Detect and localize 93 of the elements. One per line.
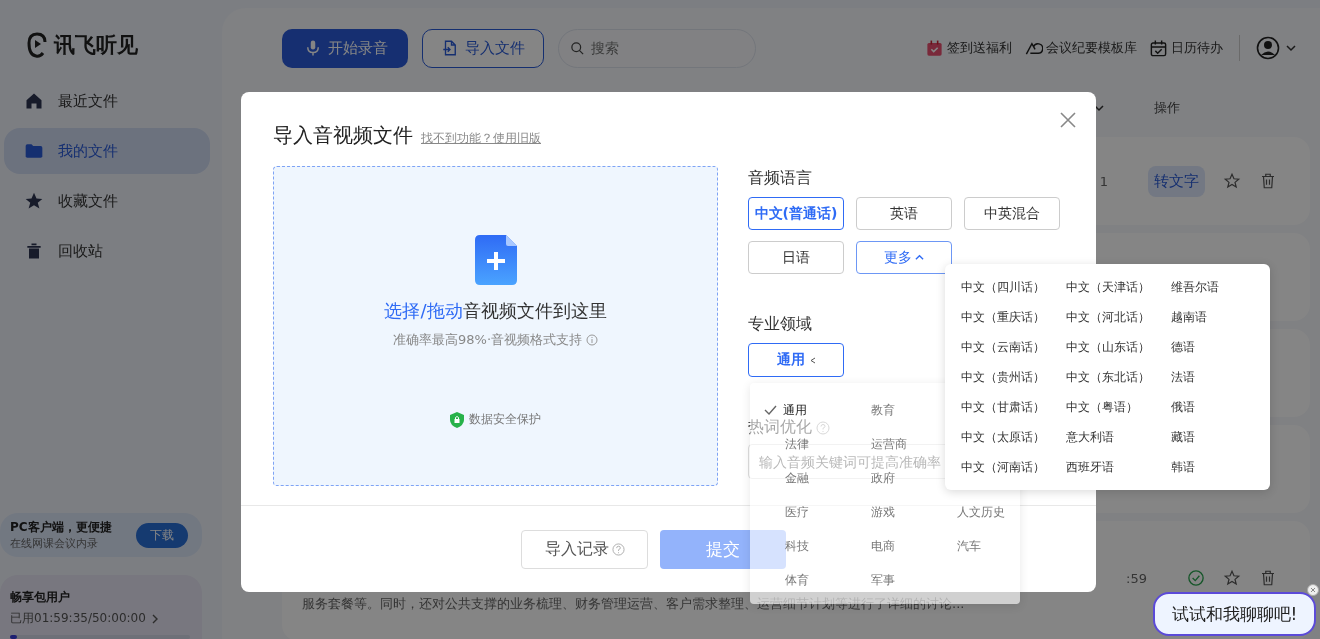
more-languages-button[interactable]: 更多 xyxy=(856,241,952,274)
caret-icon xyxy=(809,356,816,364)
search-icon xyxy=(570,40,585,56)
import-history-button[interactable]: 导入记录 xyxy=(521,529,648,569)
language-menu-item[interactable]: 中文（河北话） xyxy=(1066,302,1171,332)
language-menu-item[interactable]: 维吾尔语 xyxy=(1171,272,1261,302)
language-menu-item[interactable]: 中文（四川话） xyxy=(961,272,1066,302)
language-menu-item[interactable]: 中文（粤语） xyxy=(1066,392,1171,422)
trash-icon[interactable] xyxy=(1259,172,1277,190)
download-button[interactable]: 下载 xyxy=(136,522,188,548)
section-label: 热词优化 xyxy=(748,417,812,438)
language-menu-item[interactable]: 中文（云南话） xyxy=(961,332,1066,362)
close-icon[interactable] xyxy=(1058,110,1078,130)
section-label: 专业领域 xyxy=(748,314,812,335)
toolbar-link[interactable]: 会议纪要模板库 xyxy=(1024,38,1137,58)
time-cell: 1 xyxy=(1099,173,1108,189)
calendar-gift-icon xyxy=(925,38,944,58)
promo-subtitle: 在线网课会议内录 xyxy=(10,536,99,551)
old-version-link[interactable]: 找不到功能？使用旧版 xyxy=(421,130,541,147)
language-menu-item[interactable]: 韩语 xyxy=(1171,452,1261,482)
domain-option[interactable]: 电商 xyxy=(850,537,895,555)
language-menu-item[interactable]: 藏语 xyxy=(1171,422,1261,452)
domain-select[interactable]: 通用 xyxy=(748,343,844,377)
language-menu-item[interactable]: 德语 xyxy=(1171,332,1261,362)
user-avatar-icon xyxy=(1256,36,1280,60)
check-circle-icon xyxy=(1187,569,1205,587)
language-menu-item[interactable]: 越南语 xyxy=(1171,302,1261,332)
language-option[interactable]: 中文(普通话) xyxy=(748,197,844,230)
trash-icon xyxy=(24,241,44,261)
star-icon xyxy=(24,191,44,211)
language-option[interactable]: 英语 xyxy=(856,197,952,230)
sidebar-item[interactable]: 我的文件 xyxy=(4,128,210,174)
sidebar-item[interactable]: 回收站 xyxy=(4,228,210,274)
add-file-icon xyxy=(474,235,517,285)
chat-bubble[interactable]: 试试和我聊聊吧! xyxy=(1153,592,1316,636)
column-header: 操作 xyxy=(1154,99,1180,117)
promo-title: PC客户端，更便捷 xyxy=(10,519,112,536)
account-menu[interactable] xyxy=(1256,36,1296,60)
language-menu-item[interactable]: 中文（天津话） xyxy=(1066,272,1171,302)
language-menu-item[interactable]: 意大利语 xyxy=(1066,422,1171,452)
domain-option[interactable]: 游戏 xyxy=(850,503,895,521)
domain-option[interactable]: 汽车 xyxy=(936,537,981,555)
file-import-icon xyxy=(441,39,459,57)
caret-icon xyxy=(1286,43,1296,53)
domain-option[interactable]: 通用 xyxy=(764,401,807,419)
star-icon[interactable] xyxy=(1223,569,1241,587)
check-icon xyxy=(764,405,777,415)
microphone-icon xyxy=(304,39,322,57)
language-menu-item[interactable]: 中文（甘肃话） xyxy=(961,392,1066,422)
language-menu-item[interactable]: 俄语 xyxy=(1171,392,1261,422)
drop-zone[interactable]: 选择/拖动音视频文件到这里 准确率最高98%·音视频格式支持 数据安全保护 xyxy=(273,166,718,486)
domain-option[interactable]: 军事 xyxy=(850,571,895,589)
search-field[interactable]: 搜索 xyxy=(558,28,756,68)
toolbar-link[interactable]: 日历待办 xyxy=(1149,38,1223,58)
language-menu-item[interactable]: 中文（山东话） xyxy=(1066,332,1171,362)
language-menu-item[interactable]: 中文（重庆话） xyxy=(961,302,1066,332)
domain-option[interactable]: 人文历史 xyxy=(936,503,1005,521)
domain-option[interactable]: 医疗 xyxy=(764,503,809,521)
toolbar-link[interactable]: 签到送福利 xyxy=(925,38,1012,58)
language-menu-item[interactable]: 西班牙语 xyxy=(1066,452,1171,482)
import-button[interactable]: 导入文件 xyxy=(422,28,544,68)
format-hint: 准确率最高98%·音视频格式支持 xyxy=(393,331,582,349)
convert-button[interactable]: 转文字 xyxy=(1148,165,1205,197)
record-button[interactable]: 开始录音 xyxy=(282,28,408,68)
calendar-check-icon xyxy=(1149,38,1168,58)
star-icon[interactable] xyxy=(1223,172,1241,190)
language-menu-item[interactable]: 中文（东北话） xyxy=(1066,362,1171,392)
sort-caret-icon[interactable] xyxy=(1094,103,1104,113)
shield-lock-icon xyxy=(450,411,464,428)
domain-option[interactable]: 体育 xyxy=(764,571,809,589)
security-note: 数据安全保护 xyxy=(469,411,541,428)
section-label: 音频语言 xyxy=(748,168,812,189)
folder-icon xyxy=(24,141,44,161)
language-menu-item[interactable]: 中文（河南话） xyxy=(961,452,1066,482)
close-icon[interactable] xyxy=(1307,584,1319,596)
language-menu-item[interactable]: 法语 xyxy=(1171,362,1261,392)
domain-option[interactable]: 教育 xyxy=(850,401,895,419)
language-option[interactable]: 中英混合 xyxy=(964,197,1060,230)
drop-instruction: 选择/拖动音视频文件到这里 xyxy=(384,299,607,323)
time-cell: :59 xyxy=(1126,570,1147,586)
plan-title: 畅享包用户 xyxy=(10,589,71,606)
home-icon xyxy=(24,91,44,111)
app-logo: 讯飞听见 xyxy=(26,30,210,60)
plan-usage[interactable]: 已用01:59:35/50:00:00 xyxy=(10,610,146,627)
language-option[interactable]: 日语 xyxy=(748,241,844,274)
sidebar-item[interactable]: 最近文件 xyxy=(4,78,210,124)
trash-icon[interactable] xyxy=(1259,569,1277,587)
dialog-title: 导入音视频文件 xyxy=(273,122,413,149)
chevron-right-icon[interactable] xyxy=(151,613,158,624)
file-summary: 服务套餐等。同时，还对公共支撑的业务梳理、财务管理运营、客户需求整理、运营细节计划等进行了详细的讨论... xyxy=(302,595,966,613)
language-menu-item[interactable]: 中文（贵州话） xyxy=(961,362,1066,392)
caret-icon xyxy=(915,253,924,262)
sidebar-item[interactable]: 收藏文件 xyxy=(4,178,210,224)
